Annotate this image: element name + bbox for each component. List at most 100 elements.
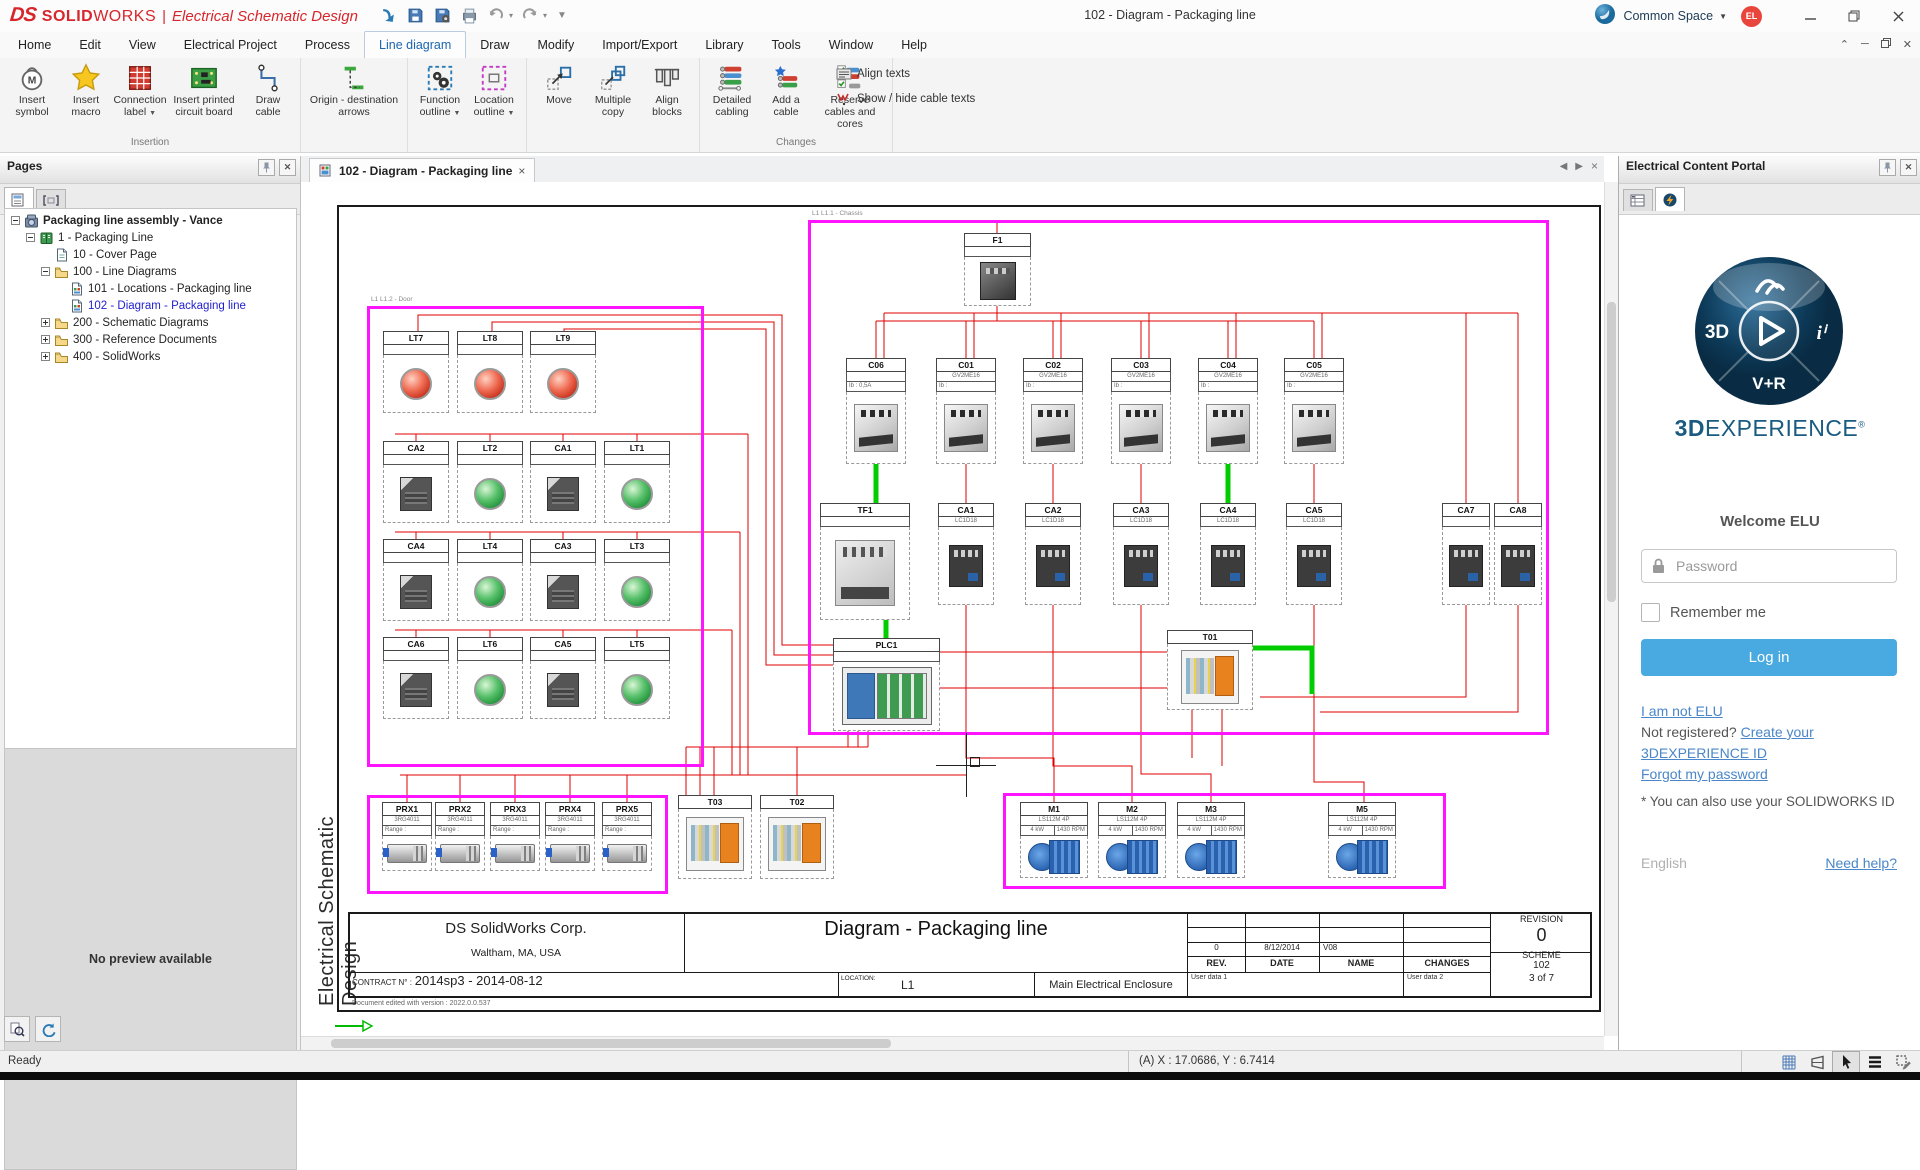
tree-item-400-solidworks[interactable]: 400 - SolidWorks [5, 348, 296, 365]
expand-icon[interactable] [41, 318, 50, 327]
menu-tools[interactable]: Tools [758, 32, 815, 58]
component-lt1[interactable]: LT1 [604, 441, 670, 523]
add-a-cable-button[interactable]: Add a cable [759, 60, 813, 122]
connection-label-button[interactable]: Connection label ▼ [113, 60, 167, 122]
align-blocks-button[interactable]: Align blocks [640, 60, 694, 122]
compass-icon[interactable] [1594, 3, 1616, 30]
component-ca2[interactable]: CA2LC1D18 [1025, 503, 1081, 605]
login-button[interactable]: Log in [1641, 639, 1897, 676]
line-weight-icon[interactable] [1862, 1052, 1888, 1072]
component-c01[interactable]: C01GV2ME16Ib : [936, 358, 996, 464]
component-lt7[interactable]: LT7 [383, 331, 449, 413]
collapse-ribbon-icon[interactable]: ⌃ [1840, 38, 1849, 51]
component-lt5[interactable]: LT5 [604, 637, 670, 719]
save-all-icon[interactable] [432, 5, 452, 25]
print-icon[interactable] [459, 5, 479, 25]
collapse-icon[interactable] [41, 267, 50, 276]
component-c04[interactable]: C04GV2ME16Ib : [1198, 358, 1258, 464]
tab-portal-web[interactable] [1655, 187, 1685, 211]
component-f1[interactable]: F1 [964, 233, 1031, 306]
tab-close-all-icon[interactable]: × [1591, 159, 1598, 173]
insert-symbol-button[interactable]: MInsert symbol [5, 60, 59, 122]
component-t02[interactable]: T02 [760, 795, 834, 879]
component-t03[interactable]: T03 [678, 795, 752, 879]
minimize-button[interactable] [1788, 0, 1832, 32]
component-ca8[interactable]: CA8 [1494, 503, 1542, 605]
vertical-scrollbar[interactable] [1604, 182, 1619, 1036]
not-elu-link[interactable]: I am not ELU [1641, 703, 1723, 719]
origin-destination-arrows-button[interactable]: Origin - destination arrows [306, 60, 402, 122]
remember-me-checkbox[interactable] [1641, 603, 1660, 622]
tab-scroll-right-icon[interactable]: ▶ [1575, 161, 1583, 173]
menu-view[interactable]: View [115, 32, 170, 58]
component-ca2[interactable]: CA2 [383, 441, 449, 523]
component-ca1[interactable]: CA1LC1D18 [938, 503, 994, 605]
pin-icon[interactable] [258, 159, 275, 176]
menu-window[interactable]: Window [815, 32, 887, 58]
component-prx2[interactable]: PRX23RG4011Range : [435, 802, 485, 871]
language-selector[interactable]: English [1641, 855, 1687, 871]
restore-button[interactable] [1832, 0, 1876, 32]
component-lt9[interactable]: LT9 [530, 331, 596, 413]
location-outline-button[interactable]: Location outline ▼ [467, 60, 521, 122]
multiple-copy-button[interactable]: Multiple copy [586, 60, 640, 122]
tree-item-100-line-diagrams[interactable]: 100 - Line Diagrams [5, 263, 296, 280]
need-help-link[interactable]: Need help? [1825, 855, 1897, 871]
tree-item-300-reference-documents[interactable]: 300 - Reference Documents [5, 331, 296, 348]
tree-item-1-packaging-line[interactable]: 1 - Packaging Line [5, 229, 296, 246]
tab-portal-properties[interactable] [1623, 189, 1653, 211]
insert-printed-circuit-board-button[interactable]: Insert printed circuit board [167, 60, 241, 122]
refresh-icon[interactable] [35, 1016, 61, 1042]
forgot-password-link[interactable]: Forgot my password [1641, 766, 1768, 782]
password-input[interactable] [1674, 557, 1886, 575]
undo-caret-icon[interactable]: ▾ [509, 11, 513, 20]
password-field[interactable] [1641, 549, 1897, 583]
show-hide-cable-texts-button[interactable]: Show / hide cable texts [836, 91, 975, 107]
tree-item-200-schematic-diagrams[interactable]: 200 - Schematic Diagrams [5, 314, 296, 331]
expand-icon[interactable] [41, 335, 50, 344]
document-tab-close-icon[interactable]: × [518, 164, 525, 178]
component-tf1[interactable]: TF1 [820, 503, 910, 620]
menu-edit[interactable]: Edit [65, 32, 115, 58]
menu-import-export[interactable]: Import/Export [588, 32, 691, 58]
component-m5[interactable]: M5LS112M 4P4 kW1430 RPM [1328, 802, 1396, 878]
component-lt2[interactable]: LT2 [457, 441, 523, 523]
redo-icon[interactable] [520, 5, 540, 25]
document-tab[interactable]: 102 - Diagram - Packaging line × [309, 158, 535, 182]
component-ca7[interactable]: CA7 [1442, 503, 1490, 605]
portal-pin-icon[interactable] [1879, 159, 1896, 176]
component-prx1[interactable]: PRX13RG4011Range : [382, 802, 432, 871]
menu-electrical-project[interactable]: Electrical Project [170, 32, 291, 58]
user-avatar[interactable]: EL [1741, 6, 1762, 27]
space-selector[interactable]: Common Space▼ [1623, 9, 1727, 23]
mdi-close-icon[interactable]: ✕ [1903, 38, 1912, 51]
mdi-minimize-icon[interactable]: ─ [1861, 38, 1869, 51]
component-ca3[interactable]: CA3LC1D18 [1113, 503, 1169, 605]
horizontal-scrollbar[interactable] [301, 1036, 1604, 1051]
component-lt8[interactable]: LT8 [457, 331, 523, 413]
component-ca6[interactable]: CA6 [383, 637, 449, 719]
tree-item-10-cover-page[interactable]: 10 - Cover Page [5, 246, 296, 263]
menu-home[interactable]: Home [4, 32, 65, 58]
menu-help[interactable]: Help [887, 32, 941, 58]
menu-process[interactable]: Process [291, 32, 364, 58]
tab-scroll-left-icon[interactable]: ◀ [1560, 161, 1568, 173]
mdi-restore-icon[interactable] [1881, 38, 1891, 51]
tree-item-102-diagram-packaging-line[interactable]: 102 - Diagram - Packaging line [5, 297, 296, 314]
component-c05[interactable]: C05GV2ME16Ib : [1284, 358, 1344, 464]
function-outline-button[interactable]: Function outline ▼ [413, 60, 467, 122]
undo-icon[interactable] [486, 5, 506, 25]
close-panel-icon[interactable]: ✕ [279, 159, 296, 176]
component-m1[interactable]: M1LS112M 4P4 kW1430 RPM [1020, 802, 1088, 878]
grid-toggle-icon[interactable] [1776, 1052, 1802, 1072]
collapse-icon[interactable] [26, 233, 35, 242]
menu-modify[interactable]: Modify [523, 32, 588, 58]
component-ca5[interactable]: CA5LC1D18 [1286, 503, 1342, 605]
component-prx4[interactable]: PRX43RG4011Range : [545, 802, 595, 871]
component-ca1[interactable]: CA1 [530, 441, 596, 523]
view-plane-icon[interactable] [1804, 1052, 1830, 1072]
component-ca4[interactable]: CA4 [383, 539, 449, 621]
preview-zoom-icon[interactable] [4, 1016, 30, 1042]
snap-edit-icon[interactable] [1890, 1052, 1916, 1072]
customize-toolbar-icon[interactable]: ▼ [557, 10, 567, 21]
